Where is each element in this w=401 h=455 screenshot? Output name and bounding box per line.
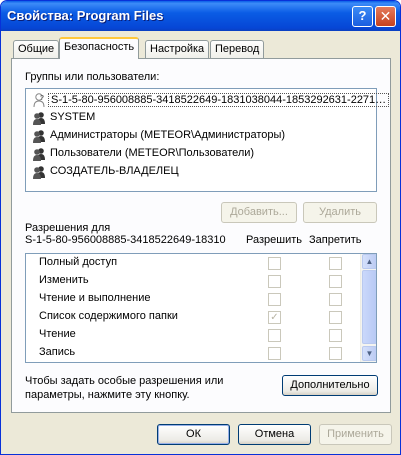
properties-dialog: Свойства: Program Files ? ✕ Общие Безопа… — [0, 0, 401, 455]
permission-name: Список содержимого папки — [39, 310, 178, 322]
permission-name: Запись — [39, 346, 76, 358]
deny-checkbox[interactable] — [329, 293, 342, 306]
scroll-down-icon[interactable]: ▼ — [362, 346, 376, 361]
user-item-label: SYSTEM — [50, 111, 96, 123]
permissions-scrollbar[interactable]: ▲ ▼ — [360, 254, 376, 362]
permission-row: Список содержимого папки ✓ — [26, 308, 360, 326]
permission-row: Полный доступ — [26, 254, 360, 272]
deny-column-header: Запретить — [309, 234, 362, 246]
svg-text:?: ? — [40, 95, 44, 102]
permissions-for-label: Разрешения для — [25, 222, 111, 234]
allow-checkbox[interactable]: ✓ — [268, 311, 281, 324]
checkmark-icon: ✓ — [270, 312, 279, 323]
permission-name: Полный доступ — [39, 256, 118, 268]
allow-checkbox[interactable] — [268, 257, 281, 270]
unknown-user-icon: ? — [33, 93, 45, 108]
user-item-label: Пользователи (METEOR\Пользователи) — [50, 147, 255, 159]
allow-checkbox[interactable] — [268, 329, 281, 342]
allow-column-header: Разрешить — [246, 234, 302, 246]
permission-row: Чтение и выполнение — [26, 290, 360, 308]
ok-button[interactable]: ОК — [157, 424, 230, 445]
user-item-label: Администраторы (METEOR\Администраторы) — [50, 129, 286, 141]
permission-name: Чтение — [39, 328, 76, 340]
cancel-button[interactable]: Отмена — [238, 424, 311, 445]
allow-checkbox[interactable] — [268, 275, 281, 288]
advanced-button[interactable]: Дополнительно — [282, 375, 378, 396]
permissions-subject: S-1-5-80-956008885-3418522649-18310 — [25, 234, 226, 246]
user-item-label: S-1-5-80-956008885-3418522649-1831038044… — [48, 93, 390, 107]
permissions-list[interactable]: Полный доступ Изменить Чтение и выполнен… — [25, 253, 377, 363]
user-group-icon — [33, 148, 45, 161]
remove-button[interactable]: Удалить — [303, 202, 377, 223]
advanced-hint-line1: Чтобы задать особые разрешения или — [25, 375, 224, 387]
scroll-up-icon[interactable]: ▲ — [362, 254, 376, 269]
user-group-icon — [33, 130, 45, 143]
deny-checkbox[interactable] — [329, 329, 342, 342]
deny-checkbox[interactable] — [329, 275, 342, 288]
permission-row: Запись — [26, 344, 360, 362]
advanced-hint-line2: параметры, нажмите эту кнопку. — [25, 389, 190, 401]
apply-button[interactable]: Применить — [319, 424, 392, 445]
deny-checkbox[interactable] — [329, 257, 342, 270]
user-group-icon — [33, 112, 45, 125]
users-listbox[interactable]: ? S-1-5-80-956008885-3418522649-18310380… — [25, 88, 390, 192]
allow-checkbox[interactable] — [268, 293, 281, 306]
allow-checkbox[interactable] — [268, 347, 281, 360]
user-group-icon — [33, 166, 45, 179]
groups-label: Группы или пользователи: — [25, 71, 160, 83]
permission-row: Чтение — [26, 326, 360, 344]
deny-checkbox[interactable] — [329, 347, 342, 360]
add-button[interactable]: Добавить... — [221, 202, 297, 223]
scrollbar-thumb[interactable] — [362, 270, 376, 344]
permission-name: Чтение и выполнение — [39, 292, 151, 304]
deny-checkbox[interactable] — [329, 311, 342, 324]
permission-name: Изменить — [39, 274, 89, 286]
permission-row: Изменить — [26, 272, 360, 290]
user-item-label: СОЗДАТЕЛЬ-ВЛАДЕЛЕЦ — [50, 165, 179, 177]
